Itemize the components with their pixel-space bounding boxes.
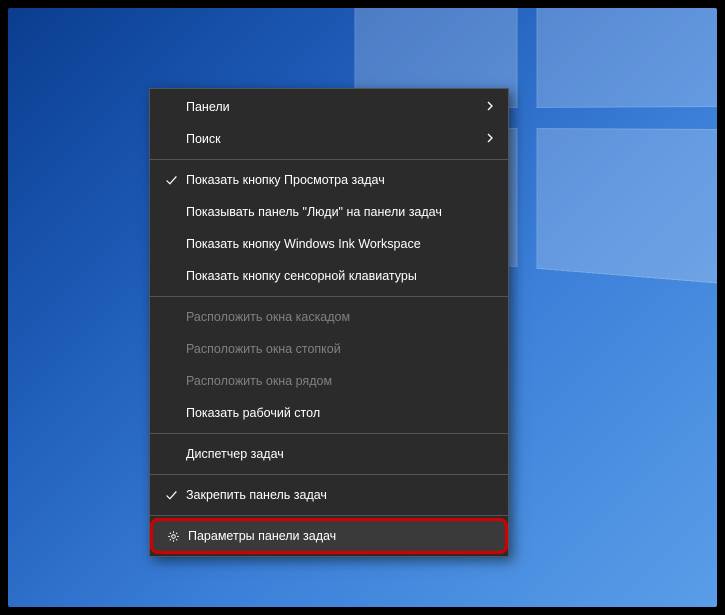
menu-item: Расположить окна стопкой <box>150 333 508 365</box>
menu-item[interactable]: Показать кнопку сенсорной клавиатуры <box>150 260 508 292</box>
menu-separator <box>150 515 508 516</box>
check-icon <box>160 489 182 502</box>
menu-separator <box>150 474 508 475</box>
menu-item[interactable]: Диспетчер задач <box>150 438 508 470</box>
menu-item-label: Показать рабочий стол <box>182 406 494 420</box>
menu-item-label: Расположить окна каскадом <box>182 310 494 324</box>
menu-item: Расположить окна рядом <box>150 365 508 397</box>
chevron-right-icon <box>486 100 494 114</box>
menu-separator <box>150 159 508 160</box>
check-icon <box>160 174 182 187</box>
menu-item-label: Показать кнопку Windows Ink Workspace <box>182 237 494 251</box>
menu-item: Расположить окна каскадом <box>150 301 508 333</box>
menu-item-label: Закрепить панель задач <box>182 488 494 502</box>
menu-item[interactable]: Показать кнопку Windows Ink Workspace <box>150 228 508 260</box>
menu-item-label: Расположить окна стопкой <box>182 342 494 356</box>
menu-item-label: Диспетчер задач <box>182 447 494 461</box>
menu-item-label: Поиск <box>182 132 486 146</box>
chevron-right-icon <box>486 132 494 146</box>
menu-separator <box>150 433 508 434</box>
gear-icon <box>162 530 184 543</box>
highlighted-menu-item: Параметры панели задач <box>152 520 506 552</box>
menu-item[interactable]: Показать кнопку Просмотра задач <box>150 164 508 196</box>
menu-item[interactable]: Параметры панели задач <box>152 520 506 552</box>
menu-item[interactable]: Показывать панель "Люди" на панели задач <box>150 196 508 228</box>
menu-separator <box>150 296 508 297</box>
menu-item-label: Показать кнопку сенсорной клавиатуры <box>182 269 494 283</box>
menu-item-label: Показывать панель "Люди" на панели задач <box>182 205 494 219</box>
desktop-background: Панели Поиск Показать кнопку Просмотра зад… <box>8 8 717 607</box>
menu-item[interactable]: Панели <box>150 91 508 123</box>
menu-item[interactable]: Показать рабочий стол <box>150 397 508 429</box>
menu-item[interactable]: Закрепить панель задач <box>150 479 508 511</box>
menu-item-label: Параметры панели задач <box>184 529 492 543</box>
taskbar-context-menu: Панели Поиск Показать кнопку Просмотра зад… <box>149 88 509 557</box>
menu-item-label: Расположить окна рядом <box>182 374 494 388</box>
menu-item-label: Показать кнопку Просмотра задач <box>182 173 494 187</box>
menu-item[interactable]: Поиск <box>150 123 508 155</box>
menu-item-label: Панели <box>182 100 486 114</box>
